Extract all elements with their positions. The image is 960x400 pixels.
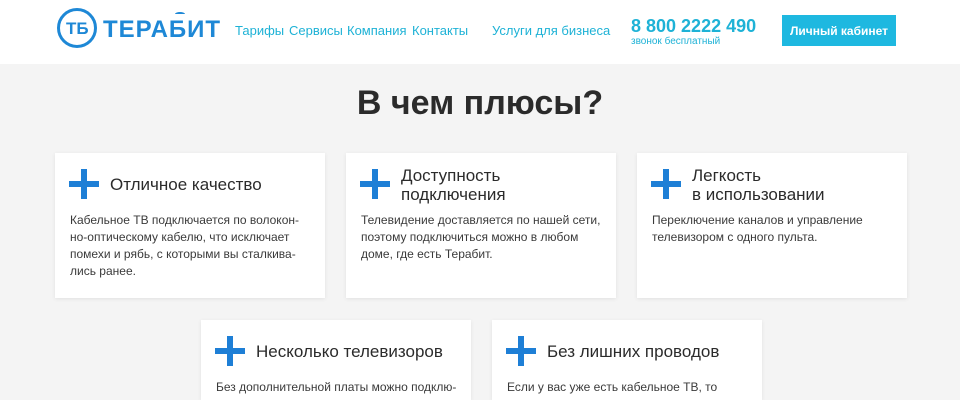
nav-link-tariffs[interactable]: Тарифы [235,23,284,38]
nav-item-tariffs[interactable]: Тарифы [235,23,284,38]
benefit-card-ease: Легкость в использовании Переключение ка… [637,153,907,298]
card-text: Переключение каналов и управление телеви… [652,213,863,244]
nav-link-company[interactable]: Компания [347,23,407,38]
phone-number[interactable]: 8 800 2222 490 [631,16,756,37]
card-title: Отличное качество [110,175,262,194]
nav-item-company[interactable]: Компания [347,23,407,38]
card-text: Кабельное ТВ подключается по волокон-но-… [70,213,299,278]
card-title: Легкость в использовании [692,166,825,204]
nav-link-contacts[interactable]: Контакты [412,23,468,38]
card-title: Без лишних проводов [547,342,720,361]
nav-link-business[interactable]: Услуги для бизнеса [492,23,610,38]
benefit-card-quality: Отличное качество Кабельное ТВ подключае… [55,153,325,298]
plus-icon [360,169,390,199]
logo[interactable]: ТБ ТЕРАБИТ [57,8,220,48]
site-header: ТБ ТЕРАБИТ Тарифы Сервисы Компания Конта… [0,0,960,64]
plus-icon [506,336,536,366]
plus-icon [651,169,681,199]
personal-account-button[interactable]: Личный кабинет [782,15,896,46]
nav-item-contacts[interactable]: Контакты [412,23,468,38]
card-text: Если у вас уже есть кабельное ТВ, то тян… [507,380,718,400]
card-title: Несколько телевизоров [256,342,443,361]
phone-note: звонок бесплатный [631,36,721,47]
card-text: Телевидение доставляется по нашей сети, … [361,213,601,261]
benefit-card-no-wires: Без лишних проводов Если у вас уже есть … [492,320,762,400]
card-text: Без дополнительной платы можно подклю- [216,380,457,394]
nav-item-services[interactable]: Сервисы [289,23,343,38]
plus-icon [69,169,99,199]
logo-icon: ТБ [57,8,97,48]
section-heading: В чем плюсы? [356,84,604,122]
plus-icon [215,336,245,366]
nav-item-business[interactable]: Услуги для бизнеса [492,23,610,38]
card-title: Доступность подключения [401,166,506,204]
benefit-card-availability: Доступность подключения Телевидение дост… [346,153,616,298]
logo-text: ТЕРАБИТ [103,16,222,43]
benefit-card-multiple-tvs: Несколько телевизоров Без дополнительной… [201,320,471,400]
nav-link-services[interactable]: Сервисы [289,23,343,38]
